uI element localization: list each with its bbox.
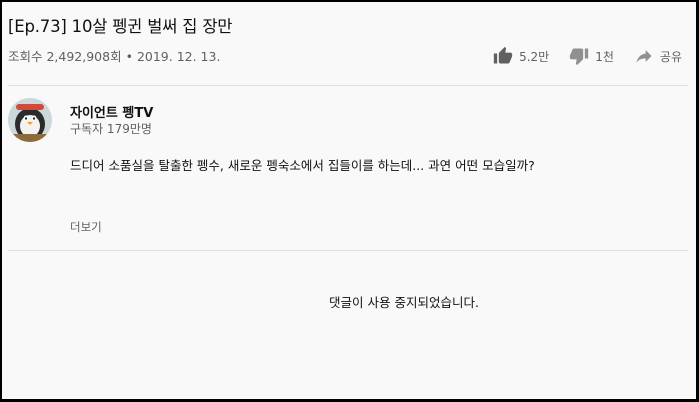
- channel-name[interactable]: 자이언트 펭TV: [70, 102, 153, 121]
- video-info-panel: [Ep.73] 10살 펭귄 벌써 집 장만 조회수 2,492,908회 • …: [0, 0, 699, 402]
- upload-date: 2019. 12. 13.: [136, 49, 221, 64]
- share-arrow-icon: [636, 50, 652, 63]
- meta-separator: •: [125, 49, 133, 64]
- dislike-button[interactable]: 1천: [569, 46, 614, 66]
- comments-disabled-message: 댓글이 사용 중지되었습니다.: [329, 295, 479, 310]
- video-meta: 조회수 2,492,908회 • 2019. 12. 13.: [8, 46, 220, 65]
- video-actions: 5.2만 1천 공유: [473, 46, 682, 66]
- channel-avatar[interactable]: [8, 98, 52, 142]
- thumbs-down-icon: [570, 48, 589, 66]
- penguin-avatar-icon: [8, 98, 52, 142]
- thumbs-up-icon: [493, 46, 513, 64]
- dislike-count: 1천: [595, 49, 614, 64]
- subscriber-count: 구독자 179만명: [70, 122, 152, 136]
- like-count: 5.2만: [519, 49, 550, 64]
- video-description: 드디어 소품실을 탈출한 펭수, 새로운 펭숙소에서 집들이를 하는데... 과…: [70, 158, 535, 173]
- share-button[interactable]: 공유: [634, 46, 682, 66]
- divider-top: [8, 85, 688, 86]
- view-count: 조회수 2,492,908회: [8, 49, 122, 64]
- share-label: 공유: [659, 49, 682, 64]
- like-button[interactable]: 5.2만: [493, 46, 549, 66]
- show-more-button[interactable]: 더보기: [70, 219, 102, 235]
- divider-bottom: [8, 250, 688, 251]
- video-title: [Ep.73] 10살 펭귄 벌써 집 장만: [8, 17, 233, 36]
